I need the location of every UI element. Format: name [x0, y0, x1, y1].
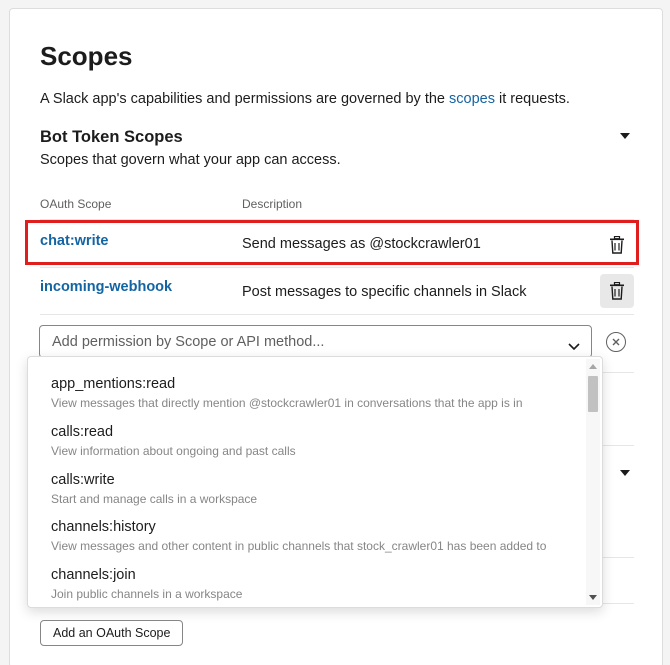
trash-icon-glyph — [610, 282, 624, 300]
scope-name-incoming-webhook[interactable]: incoming-webhook — [40, 279, 172, 295]
option-description: Start and manage calls in a workspace — [51, 492, 258, 506]
divider — [40, 267, 634, 268]
scopes-intro: A Slack app's capabilities and permissio… — [40, 91, 570, 107]
caret-down-icon[interactable] — [620, 470, 630, 476]
option-description: View information about ongoing and past … — [51, 444, 296, 458]
option-name: channels:history — [51, 519, 156, 535]
scopes-link[interactable]: scopes — [449, 91, 495, 107]
close-circle-icon[interactable] — [606, 332, 626, 352]
intro-text-suffix: it requests. — [494, 91, 570, 107]
dropdown-option[interactable]: app_mentions:read View messages that dir… — [51, 376, 523, 410]
option-description: View messages that directly mention @sto… — [51, 396, 523, 410]
scope-dropdown-list[interactable]: app_mentions:read View messages that dir… — [27, 356, 603, 608]
column-header-scope: OAuth Scope — [40, 197, 112, 211]
option-name: calls:read — [51, 424, 114, 440]
dropdown-option[interactable]: channels:join Join public channels in a … — [51, 567, 242, 601]
dropdown-option[interactable]: channels:history View messages and other… — [51, 519, 546, 553]
scroll-down-arrow-icon[interactable] — [589, 595, 597, 600]
option-description: Join public channels in a workspace — [51, 587, 243, 601]
chevron-down-icon[interactable] — [568, 338, 580, 356]
scroll-thumb[interactable] — [588, 376, 598, 412]
add-oauth-scope-button[interactable]: Add an OAuth Scope — [40, 620, 184, 646]
bot-token-scopes-subtitle: Scopes that govern what your app can acc… — [40, 152, 341, 168]
dropdown-scrollbar[interactable] — [586, 359, 600, 605]
intro-text-prefix: A Slack app's capabilities and permissio… — [40, 91, 450, 107]
column-header-description: Description — [242, 197, 303, 211]
caret-down-icon[interactable] — [620, 133, 630, 139]
divider — [40, 314, 634, 315]
option-name: calls:write — [51, 472, 115, 488]
dropdown-option[interactable]: calls:read View information about ongoin… — [51, 424, 296, 458]
bot-token-scopes-title: Bot Token Scopes — [40, 128, 183, 146]
option-description: View messages and other content in publi… — [51, 539, 547, 553]
option-name: channels:join — [51, 567, 136, 583]
highlight-box — [25, 220, 639, 265]
scroll-up-arrow-icon[interactable] — [589, 364, 597, 369]
option-name: app_mentions:read — [51, 376, 176, 392]
add-permission-input[interactable]: Add permission by Scope or API method... — [39, 325, 592, 358]
scope-description: Post messages to specific channels in Sl… — [242, 284, 527, 300]
dropdown-option[interactable]: calls:write Start and manage calls in a … — [51, 472, 257, 506]
trash-icon[interactable] — [600, 274, 634, 308]
page-title: Scopes — [40, 41, 133, 71]
